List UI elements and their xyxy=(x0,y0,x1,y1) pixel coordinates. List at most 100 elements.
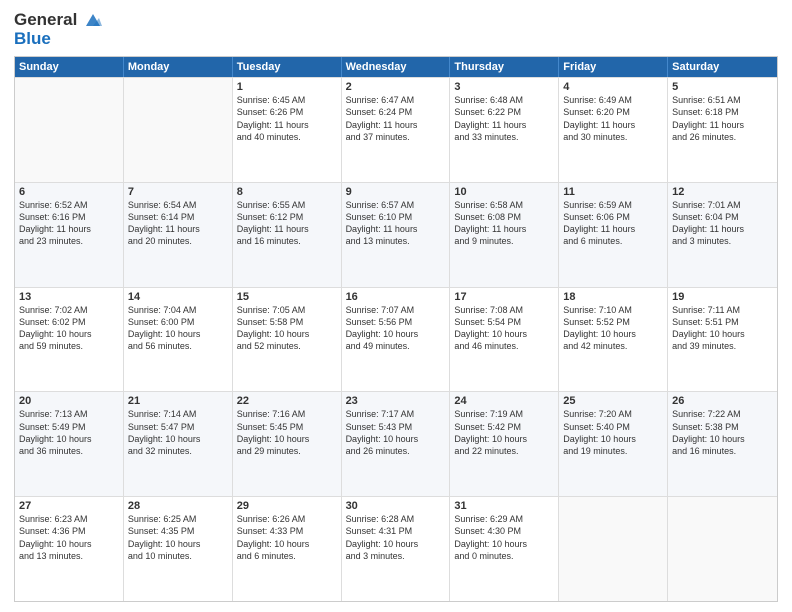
day-number: 18 xyxy=(563,291,663,303)
day-number: 31 xyxy=(454,500,554,512)
day-info: Sunrise: 6:54 AMSunset: 6:14 PMDaylight:… xyxy=(128,199,228,248)
calendar-row-2: 6Sunrise: 6:52 AMSunset: 6:16 PMDaylight… xyxy=(15,182,777,287)
sunset-text: Sunset: 6:06 PM xyxy=(563,211,663,223)
day-number: 29 xyxy=(237,500,337,512)
day-number: 27 xyxy=(19,500,119,512)
day-info: Sunrise: 6:49 AMSunset: 6:20 PMDaylight:… xyxy=(563,94,663,143)
day-info: Sunrise: 7:07 AMSunset: 5:56 PMDaylight:… xyxy=(346,304,446,353)
daylight-text: Daylight: 11 hoursand 6 minutes. xyxy=(563,223,663,247)
day-number: 10 xyxy=(454,186,554,198)
daylight-text: Daylight: 11 hoursand 20 minutes. xyxy=(128,223,228,247)
sunrise-text: Sunrise: 6:48 AM xyxy=(454,94,554,106)
sunset-text: Sunset: 5:38 PM xyxy=(672,421,773,433)
day-number: 23 xyxy=(346,395,446,407)
sunrise-text: Sunrise: 7:05 AM xyxy=(237,304,337,316)
sunrise-text: Sunrise: 7:16 AM xyxy=(237,408,337,420)
day-info: Sunrise: 7:14 AMSunset: 5:47 PMDaylight:… xyxy=(128,408,228,457)
daylight-text: Daylight: 10 hoursand 46 minutes. xyxy=(454,328,554,352)
daylight-text: Daylight: 11 hoursand 30 minutes. xyxy=(563,119,663,143)
logo-blue: Blue xyxy=(14,30,102,49)
sunset-text: Sunset: 6:24 PM xyxy=(346,106,446,118)
day-number: 3 xyxy=(454,81,554,93)
day-info: Sunrise: 6:51 AMSunset: 6:18 PMDaylight:… xyxy=(672,94,773,143)
sunrise-text: Sunrise: 6:55 AM xyxy=(237,199,337,211)
calendar-day-11: 11Sunrise: 6:59 AMSunset: 6:06 PMDayligh… xyxy=(559,183,668,287)
day-info: Sunrise: 6:52 AMSunset: 6:16 PMDaylight:… xyxy=(19,199,119,248)
sunrise-text: Sunrise: 6:28 AM xyxy=(346,513,446,525)
daylight-text: Daylight: 11 hoursand 37 minutes. xyxy=(346,119,446,143)
day-info: Sunrise: 7:05 AMSunset: 5:58 PMDaylight:… xyxy=(237,304,337,353)
calendar-day-9: 9Sunrise: 6:57 AMSunset: 6:10 PMDaylight… xyxy=(342,183,451,287)
calendar-day-31: 31Sunrise: 6:29 AMSunset: 4:30 PMDayligh… xyxy=(450,497,559,601)
weekday-header-saturday: Saturday xyxy=(668,57,777,77)
sunrise-text: Sunrise: 7:02 AM xyxy=(19,304,119,316)
calendar-day-16: 16Sunrise: 7:07 AMSunset: 5:56 PMDayligh… xyxy=(342,288,451,392)
day-number: 6 xyxy=(19,186,119,198)
calendar-day-7: 7Sunrise: 6:54 AMSunset: 6:14 PMDaylight… xyxy=(124,183,233,287)
calendar-day-29: 29Sunrise: 6:26 AMSunset: 4:33 PMDayligh… xyxy=(233,497,342,601)
weekday-header-friday: Friday xyxy=(559,57,668,77)
sunset-text: Sunset: 6:08 PM xyxy=(454,211,554,223)
calendar-day-21: 21Sunrise: 7:14 AMSunset: 5:47 PMDayligh… xyxy=(124,392,233,496)
day-info: Sunrise: 6:29 AMSunset: 4:30 PMDaylight:… xyxy=(454,513,554,562)
weekday-header-thursday: Thursday xyxy=(450,57,559,77)
sunrise-text: Sunrise: 7:13 AM xyxy=(19,408,119,420)
sunset-text: Sunset: 6:26 PM xyxy=(237,106,337,118)
day-info: Sunrise: 6:55 AMSunset: 6:12 PMDaylight:… xyxy=(237,199,337,248)
daylight-text: Daylight: 10 hoursand 0 minutes. xyxy=(454,538,554,562)
sunset-text: Sunset: 5:51 PM xyxy=(672,316,773,328)
sunset-text: Sunset: 6:10 PM xyxy=(346,211,446,223)
calendar-empty-cell xyxy=(559,497,668,601)
sunset-text: Sunset: 5:49 PM xyxy=(19,421,119,433)
daylight-text: Daylight: 10 hoursand 26 minutes. xyxy=(346,433,446,457)
day-info: Sunrise: 6:23 AMSunset: 4:36 PMDaylight:… xyxy=(19,513,119,562)
daylight-text: Daylight: 10 hoursand 39 minutes. xyxy=(672,328,773,352)
day-info: Sunrise: 6:45 AMSunset: 6:26 PMDaylight:… xyxy=(237,94,337,143)
calendar-day-25: 25Sunrise: 7:20 AMSunset: 5:40 PMDayligh… xyxy=(559,392,668,496)
sunset-text: Sunset: 5:56 PM xyxy=(346,316,446,328)
sunrise-text: Sunrise: 6:25 AM xyxy=(128,513,228,525)
sunset-text: Sunset: 5:40 PM xyxy=(563,421,663,433)
calendar-day-6: 6Sunrise: 6:52 AMSunset: 6:16 PMDaylight… xyxy=(15,183,124,287)
daylight-text: Daylight: 10 hoursand 32 minutes. xyxy=(128,433,228,457)
calendar-day-15: 15Sunrise: 7:05 AMSunset: 5:58 PMDayligh… xyxy=(233,288,342,392)
day-info: Sunrise: 6:59 AMSunset: 6:06 PMDaylight:… xyxy=(563,199,663,248)
sunrise-text: Sunrise: 7:14 AM xyxy=(128,408,228,420)
sunset-text: Sunset: 6:22 PM xyxy=(454,106,554,118)
calendar-day-20: 20Sunrise: 7:13 AMSunset: 5:49 PMDayligh… xyxy=(15,392,124,496)
day-number: 26 xyxy=(672,395,773,407)
day-number: 5 xyxy=(672,81,773,93)
sunset-text: Sunset: 6:16 PM xyxy=(19,211,119,223)
daylight-text: Daylight: 10 hoursand 59 minutes. xyxy=(19,328,119,352)
calendar-row-4: 20Sunrise: 7:13 AMSunset: 5:49 PMDayligh… xyxy=(15,391,777,496)
day-info: Sunrise: 7:20 AMSunset: 5:40 PMDaylight:… xyxy=(563,408,663,457)
day-info: Sunrise: 6:58 AMSunset: 6:08 PMDaylight:… xyxy=(454,199,554,248)
day-info: Sunrise: 7:19 AMSunset: 5:42 PMDaylight:… xyxy=(454,408,554,457)
sunset-text: Sunset: 5:42 PM xyxy=(454,421,554,433)
day-number: 1 xyxy=(237,81,337,93)
sunrise-text: Sunrise: 7:10 AM xyxy=(563,304,663,316)
sunrise-text: Sunrise: 7:19 AM xyxy=(454,408,554,420)
daylight-text: Daylight: 10 hoursand 29 minutes. xyxy=(237,433,337,457)
calendar-empty-cell xyxy=(15,78,124,182)
calendar-day-12: 12Sunrise: 7:01 AMSunset: 6:04 PMDayligh… xyxy=(668,183,777,287)
calendar-empty-cell xyxy=(668,497,777,601)
daylight-text: Daylight: 11 hoursand 33 minutes. xyxy=(454,119,554,143)
day-number: 25 xyxy=(563,395,663,407)
day-number: 11 xyxy=(563,186,663,198)
calendar-day-26: 26Sunrise: 7:22 AMSunset: 5:38 PMDayligh… xyxy=(668,392,777,496)
daylight-text: Daylight: 10 hoursand 6 minutes. xyxy=(237,538,337,562)
calendar-day-5: 5Sunrise: 6:51 AMSunset: 6:18 PMDaylight… xyxy=(668,78,777,182)
calendar-day-3: 3Sunrise: 6:48 AMSunset: 6:22 PMDaylight… xyxy=(450,78,559,182)
sunrise-text: Sunrise: 7:22 AM xyxy=(672,408,773,420)
daylight-text: Daylight: 10 hoursand 52 minutes. xyxy=(237,328,337,352)
calendar-day-18: 18Sunrise: 7:10 AMSunset: 5:52 PMDayligh… xyxy=(559,288,668,392)
day-number: 24 xyxy=(454,395,554,407)
calendar-day-10: 10Sunrise: 6:58 AMSunset: 6:08 PMDayligh… xyxy=(450,183,559,287)
sunset-text: Sunset: 6:18 PM xyxy=(672,106,773,118)
weekday-header-tuesday: Tuesday xyxy=(233,57,342,77)
sunrise-text: Sunrise: 6:45 AM xyxy=(237,94,337,106)
sunrise-text: Sunrise: 6:54 AM xyxy=(128,199,228,211)
day-info: Sunrise: 7:01 AMSunset: 6:04 PMDaylight:… xyxy=(672,199,773,248)
calendar-day-14: 14Sunrise: 7:04 AMSunset: 6:00 PMDayligh… xyxy=(124,288,233,392)
